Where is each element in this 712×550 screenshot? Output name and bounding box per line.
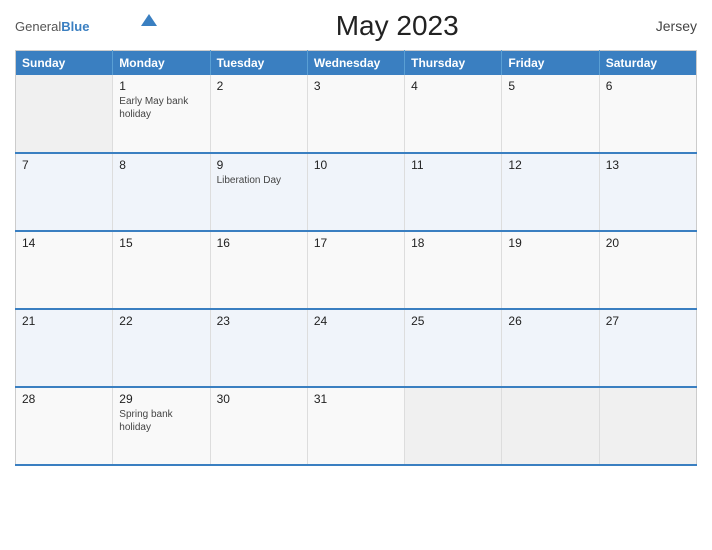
calendar-cell: 5 — [502, 75, 599, 153]
calendar-cell: 27 — [599, 309, 696, 387]
calendar-cell: 9 Liberation Day — [210, 153, 307, 231]
calendar-body: 1Early May bank holiday23456789Liberatio… — [16, 75, 697, 465]
calendar-cell — [599, 387, 696, 465]
day-number: 11 — [411, 158, 495, 172]
day-number: 12 — [508, 158, 592, 172]
col-saturday: Saturday — [599, 51, 696, 76]
day-number: 6 — [606, 79, 690, 93]
calendar-cell: 3 — [307, 75, 404, 153]
day-number: 16 — [217, 236, 301, 250]
day-number: 28 — [22, 392, 106, 406]
day-number: 2 — [217, 79, 301, 93]
day-number: 10 — [314, 158, 398, 172]
col-tuesday: Tuesday — [210, 51, 307, 76]
week-row-3: 21 22 23 24 25 26 27 — [16, 309, 697, 387]
day-number: 4 — [411, 79, 495, 93]
calendar-cell: 25 — [405, 309, 502, 387]
header: GeneralBlue May 2023 Jersey — [15, 10, 697, 42]
day-number: 9 — [217, 158, 301, 172]
day-number: 7 — [22, 158, 106, 172]
calendar-table: Sunday Monday Tuesday Wednesday Thursday… — [15, 50, 697, 466]
calendar-cell: 13 — [599, 153, 696, 231]
page: GeneralBlue May 2023 Jersey Sunday Monda… — [0, 0, 712, 550]
day-number: 31 — [314, 392, 398, 406]
day-number: 1 — [119, 79, 203, 93]
calendar-cell — [502, 387, 599, 465]
calendar-cell: 1 Early May bank holiday — [113, 75, 210, 153]
calendar-cell: 23 — [210, 309, 307, 387]
calendar-cell: 26 — [502, 309, 599, 387]
calendar-cell: 14 — [16, 231, 113, 309]
day-number: 21 — [22, 314, 106, 328]
calendar-cell: 22 — [113, 309, 210, 387]
calendar-cell: 28 — [16, 387, 113, 465]
col-wednesday: Wednesday — [307, 51, 404, 76]
day-number: 26 — [508, 314, 592, 328]
calendar-cell: 19 — [502, 231, 599, 309]
day-number: 22 — [119, 314, 203, 328]
day-number: 13 — [606, 158, 690, 172]
day-number: 24 — [314, 314, 398, 328]
day-number: 14 — [22, 236, 106, 250]
col-thursday: Thursday — [405, 51, 502, 76]
region-label: Jersey — [637, 18, 697, 34]
logo-blue-text: Blue — [61, 19, 89, 34]
col-sunday: Sunday — [16, 51, 113, 76]
calendar-cell: 21 — [16, 309, 113, 387]
calendar-title: May 2023 — [157, 10, 637, 42]
calendar-cell: 4 — [405, 75, 502, 153]
week-row-0: 1 Early May bank holiday 23456 — [16, 75, 697, 153]
calendar-cell: 29 Spring bank holiday — [113, 387, 210, 465]
calendar-cell: 24 — [307, 309, 404, 387]
calendar-cell: 31 — [307, 387, 404, 465]
calendar-cell: 18 — [405, 231, 502, 309]
calendar-cell: 6 — [599, 75, 696, 153]
day-number: 27 — [606, 314, 690, 328]
calendar-header: Sunday Monday Tuesday Wednesday Thursday… — [16, 51, 697, 76]
calendar-cell: 16 — [210, 231, 307, 309]
calendar-cell: 10 — [307, 153, 404, 231]
day-number: 5 — [508, 79, 592, 93]
week-row-2: 14 15 16 17 18 19 20 — [16, 231, 697, 309]
col-monday: Monday — [113, 51, 210, 76]
calendar-cell: 2 — [210, 75, 307, 153]
holiday-label: Spring bank holiday — [119, 408, 203, 434]
day-number: 18 — [411, 236, 495, 250]
logo: GeneralBlue — [15, 19, 157, 34]
calendar-cell: 20 — [599, 231, 696, 309]
holiday-label: Liberation Day — [217, 174, 301, 187]
days-header-row: Sunday Monday Tuesday Wednesday Thursday… — [16, 51, 697, 76]
calendar-cell: 15 — [113, 231, 210, 309]
week-row-1: 789 Liberation Day 10 11 12 13 — [16, 153, 697, 231]
day-number: 20 — [606, 236, 690, 250]
calendar-cell: 17 — [307, 231, 404, 309]
holiday-label: Early May bank holiday — [119, 95, 203, 121]
day-number: 25 — [411, 314, 495, 328]
calendar-cell — [16, 75, 113, 153]
day-number: 19 — [508, 236, 592, 250]
calendar-cell: 7 — [16, 153, 113, 231]
day-number: 23 — [217, 314, 301, 328]
day-number: 29 — [119, 392, 203, 406]
calendar-cell — [405, 387, 502, 465]
calendar-cell: 12 — [502, 153, 599, 231]
logo-general-text: General — [15, 19, 61, 34]
day-number: 8 — [119, 158, 203, 172]
day-number: 15 — [119, 236, 203, 250]
day-number: 17 — [314, 236, 398, 250]
logo-triangle-icon — [141, 14, 157, 26]
calendar-cell: 8 — [113, 153, 210, 231]
day-number: 30 — [217, 392, 301, 406]
col-friday: Friday — [502, 51, 599, 76]
calendar-cell: 30 — [210, 387, 307, 465]
day-number: 3 — [314, 79, 398, 93]
week-row-4: 28 29 Spring bank holiday 30 31 — [16, 387, 697, 465]
calendar-cell: 11 — [405, 153, 502, 231]
